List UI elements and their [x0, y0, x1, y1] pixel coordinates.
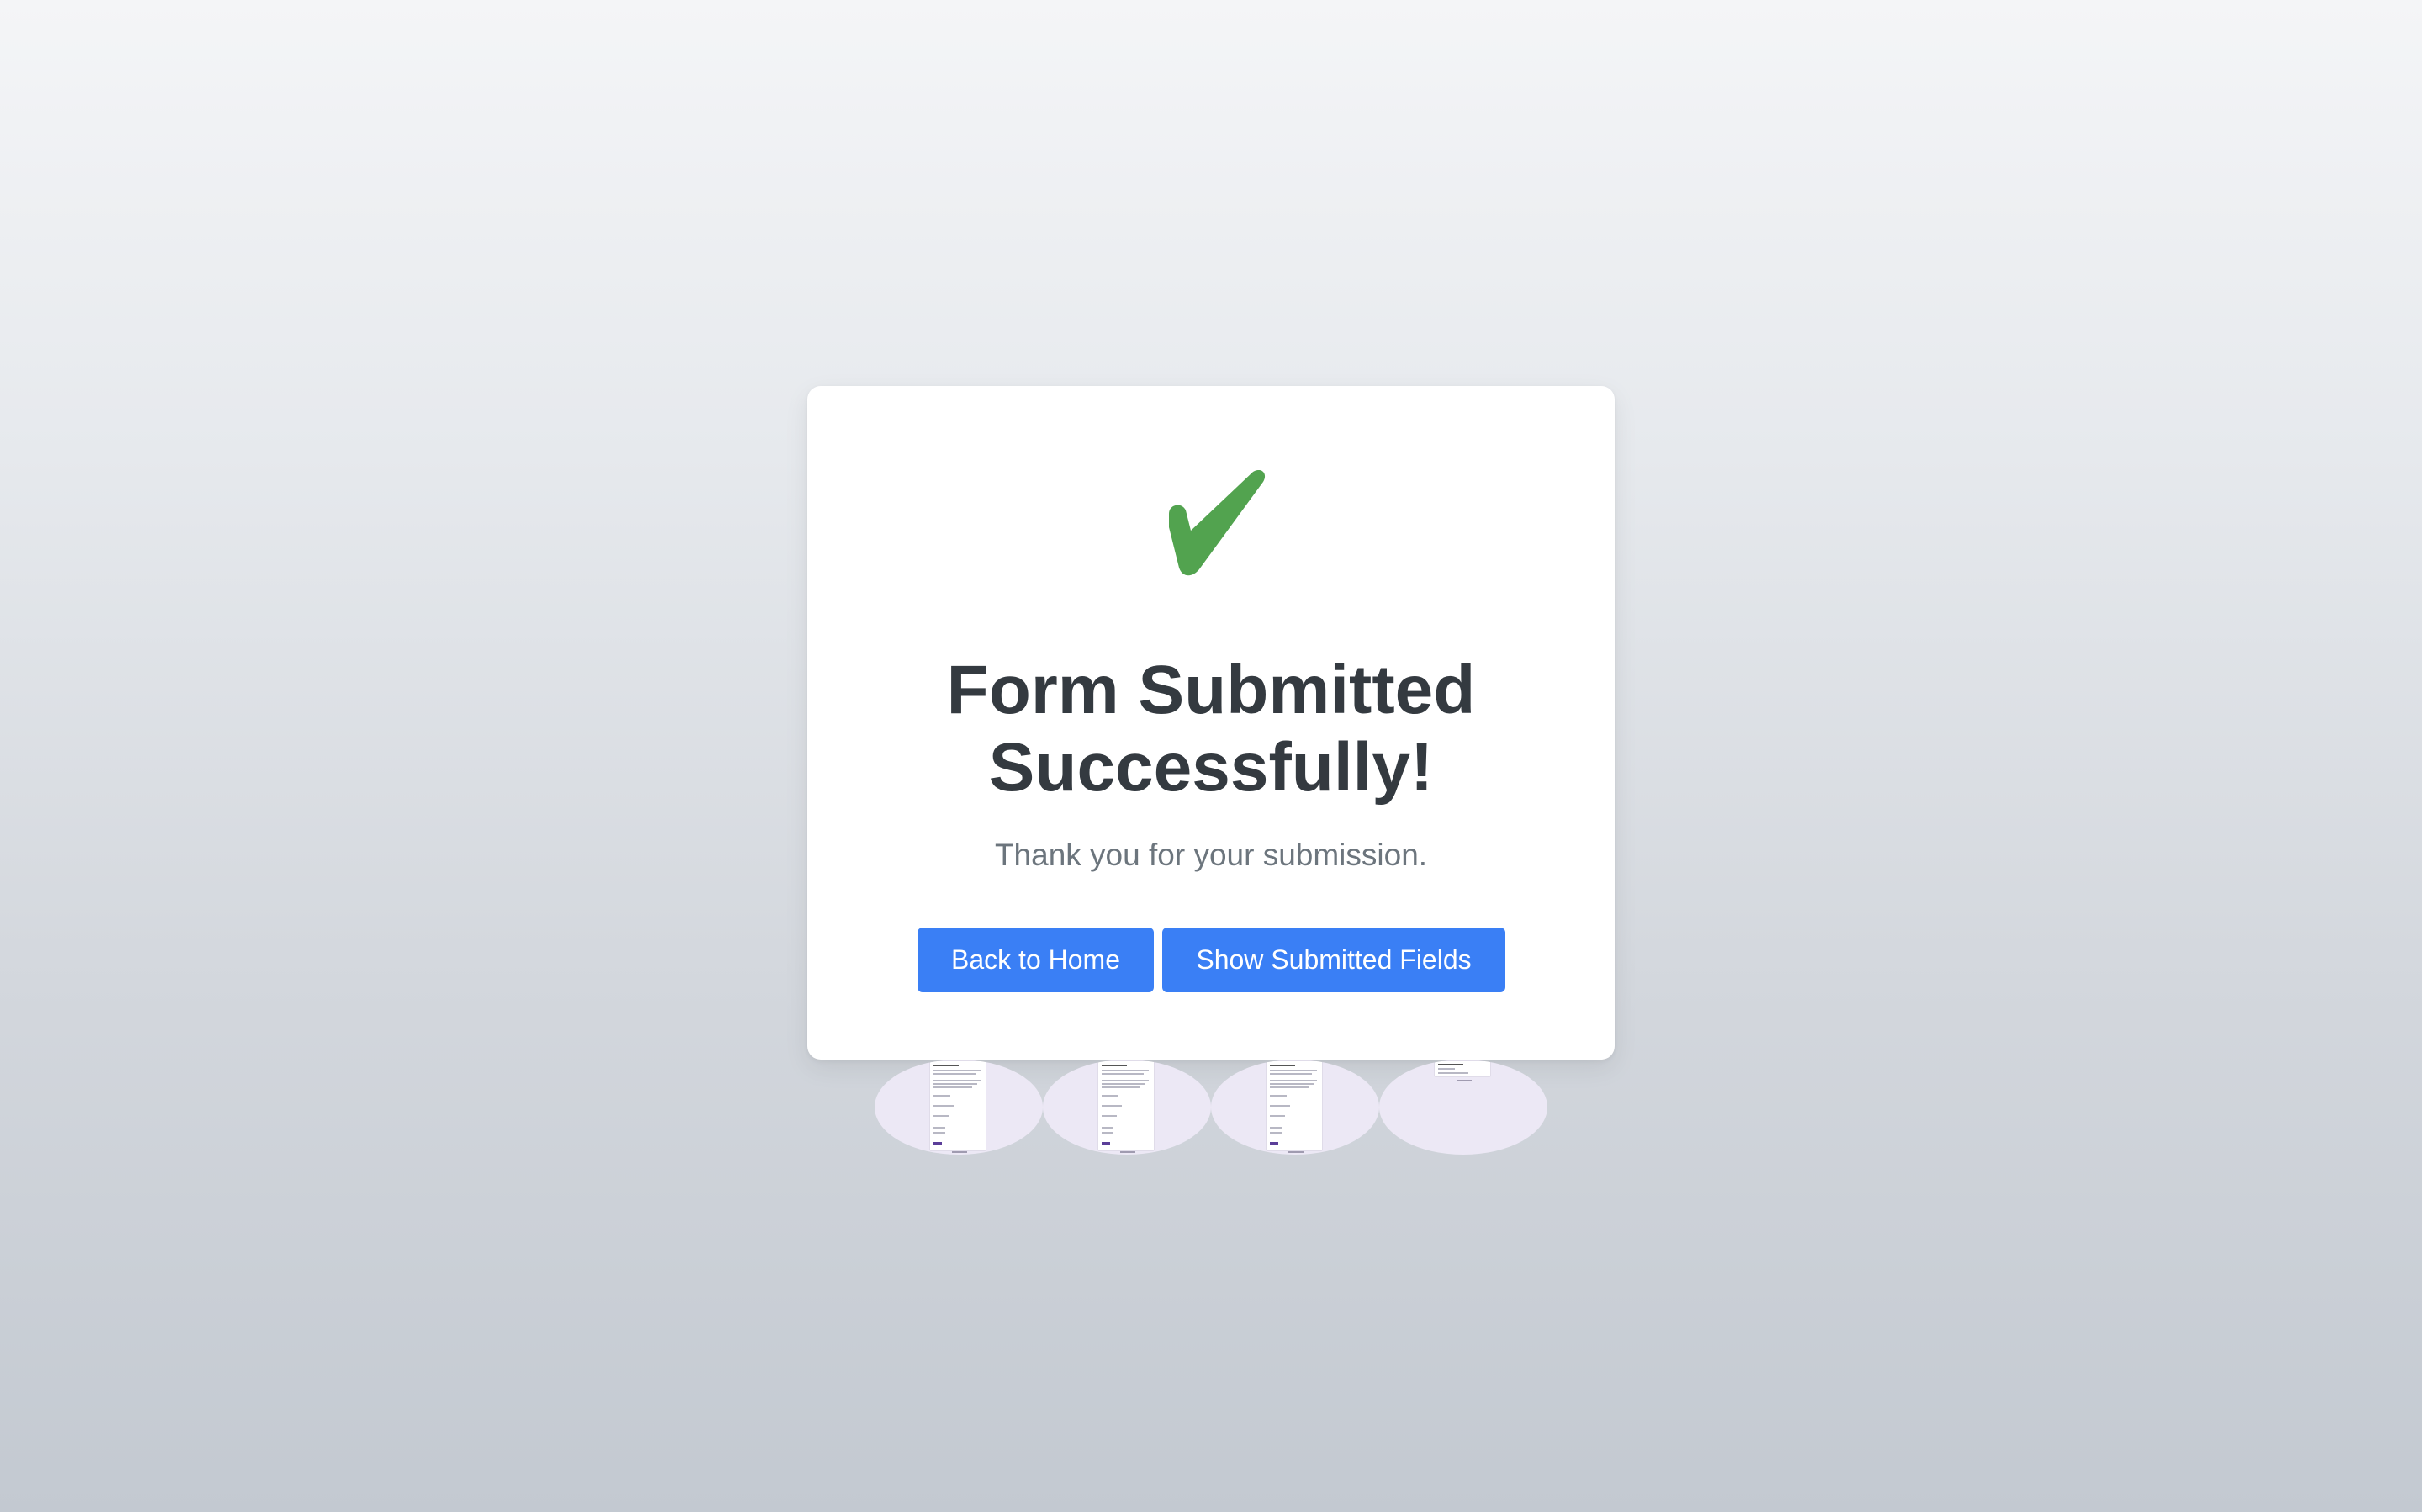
thumbnail-page-preview: [1098, 1061, 1154, 1150]
thumbnail-1[interactable]: [875, 1060, 1043, 1155]
thumbnail-2[interactable]: [1043, 1060, 1211, 1155]
thumbnail-page-preview: [1435, 1061, 1490, 1076]
action-buttons: Back to Home Show Submitted Fields: [918, 928, 1505, 992]
page-title: Form Submitted Successfully!: [946, 652, 1476, 806]
thumbnail-page-preview: [1267, 1061, 1322, 1150]
checkmark-icon: [807, 470, 1615, 596]
show-submitted-fields-button[interactable]: Show Submitted Fields: [1162, 928, 1505, 992]
page-thumbnails: [875, 1060, 1547, 1155]
success-card: Form Submitted Successfully! Thank you f…: [807, 386, 1615, 1060]
page-background: { "success": { "title": "Form Submitted …: [0, 0, 2422, 1512]
thumbnail-3[interactable]: [1211, 1060, 1379, 1155]
thumbnail-4[interactable]: [1379, 1060, 1547, 1155]
success-message: Thank you for your submission.: [994, 838, 1428, 872]
thumbnail-page-preview: [930, 1061, 986, 1150]
back-to-home-button[interactable]: Back to Home: [918, 928, 1154, 992]
